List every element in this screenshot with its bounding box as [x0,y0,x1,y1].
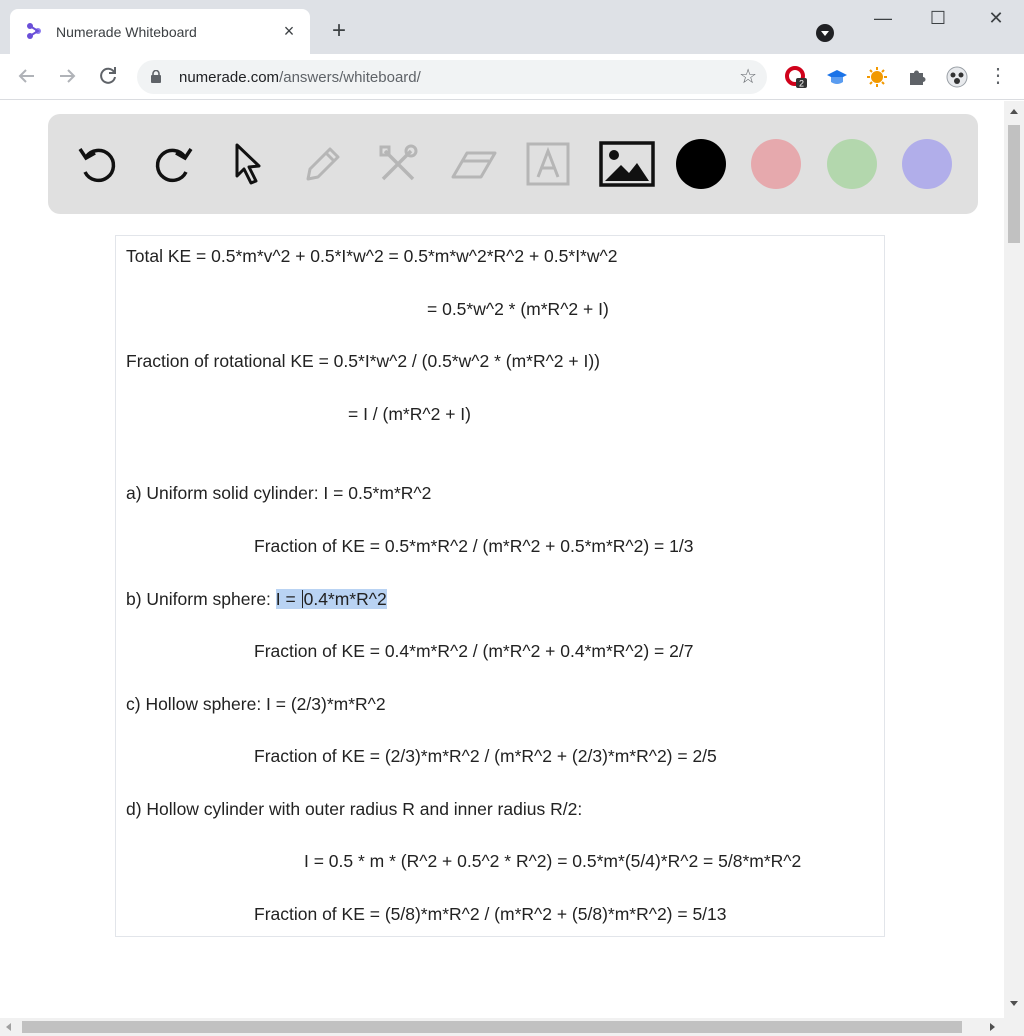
horizontal-scroll-thumb[interactable] [22,1021,962,1033]
rotational-fraction-equation: Fraction of rotational KE = 0.5*I*w^2 / … [126,351,600,371]
vertical-scrollbar[interactable] [1004,101,1024,1018]
new-tab-button[interactable]: + [326,18,352,44]
tab-title: Numerade Whiteboard [56,24,197,40]
color-swatch-green[interactable] [827,139,877,189]
tab-strip: Numerade Whiteboard × + — ☐ ✕ [0,0,1024,54]
part-c-fraction: Fraction of KE = (2/3)*m*R^2 / (m*R^2 + … [254,746,717,766]
scroll-left-icon[interactable] [6,1023,11,1031]
svg-text:2: 2 [799,79,804,89]
url-text: numerade.com/answers/whiteboard/ [179,69,421,86]
color-swatch-purple[interactable] [902,139,952,189]
color-swatch-black[interactable] [676,139,726,189]
numerade-logo-icon [27,23,41,39]
part-c-label: c) Hollow sphere: I = (2/3)*m*R^2 [126,694,386,714]
minimize-button[interactable]: — [868,8,898,32]
pen-icon[interactable] [295,136,351,192]
pointer-icon[interactable] [220,136,276,192]
tab-close-icon[interactable]: × [278,20,300,42]
menu-kebab-icon[interactable]: ⋮ [985,63,1011,89]
horizontal-scrollbar[interactable] [0,1018,1024,1036]
tab-search-icon[interactable] [816,24,834,42]
part-d-label: d) Hollow cylinder with outer radius R a… [126,799,583,819]
eraser-icon[interactable] [445,136,501,192]
total-ke-simplified: = 0.5*w^2 * (m*R^2 + I) [427,299,609,319]
part-b-label: b) Uniform sphere: I = 0.4*m*R^2 [126,589,387,609]
profile-avatar-icon[interactable] [946,66,968,88]
graduation-cap-extension-icon[interactable] [826,66,848,88]
text-tool-icon[interactable] [520,136,576,192]
whiteboard-document[interactable]: Total KE = 0.5*m*v^2 + 0.5*I*w^2 = 0.5*m… [115,235,885,937]
image-icon[interactable] [599,136,655,192]
selected-text-highlight[interactable]: I = 0.4*m*R^2 [275,589,387,609]
scroll-up-icon[interactable] [1010,109,1018,114]
browser-tab[interactable]: Numerade Whiteboard × [10,9,310,54]
browser-toolbar: numerade.com/answers/whiteboard/ ☆ 2 ⋮ [0,54,1024,100]
sun-extension-icon[interactable] [866,66,888,88]
puzzle-extensions-icon[interactable] [906,66,928,88]
part-d-fraction: Fraction of KE = (5/8)*m*R^2 / (m*R^2 + … [254,904,727,924]
total-ke-equation: Total KE = 0.5*m*v^2 + 0.5*I*w^2 = 0.5*m… [126,246,618,266]
bookmark-star-icon[interactable]: ☆ [739,64,757,89]
redo-icon[interactable] [145,136,201,192]
whiteboard-toolbar [48,114,978,214]
color-swatch-pink[interactable] [751,139,801,189]
scroll-down-icon[interactable] [1010,1001,1018,1006]
close-window-button[interactable]: ✕ [981,8,1011,32]
rotational-fraction-simplified: = I / (m*R^2 + I) [348,404,471,424]
part-b-fraction: Fraction of KE = 0.4*m*R^2 / (m*R^2 + 0.… [254,641,694,661]
forward-icon[interactable] [54,63,80,89]
vertical-scroll-thumb[interactable] [1008,125,1020,243]
maximize-button[interactable]: ☐ [923,8,953,32]
part-a-fraction: Fraction of KE = 0.5*m*R^2 / (m*R^2 + 0.… [254,536,694,556]
reload-icon[interactable] [95,63,121,89]
page-content: Total KE = 0.5*m*v^2 + 0.5*I*w^2 = 0.5*m… [0,101,1004,1018]
back-icon[interactable] [14,63,40,89]
text-caret [301,590,303,608]
opera-extension-icon[interactable]: 2 [785,66,807,88]
tools-icon[interactable] [370,136,426,192]
lock-icon [151,70,161,83]
address-bar[interactable]: numerade.com/answers/whiteboard/ ☆ [137,60,767,94]
part-d-inertia: I = 0.5 * m * (R^2 + 0.5^2 * R^2) = 0.5*… [304,851,802,871]
undo-icon[interactable] [70,136,126,192]
scroll-right-icon[interactable] [990,1023,995,1031]
part-a-label: a) Uniform solid cylinder: I = 0.5*m*R^2 [126,483,432,503]
